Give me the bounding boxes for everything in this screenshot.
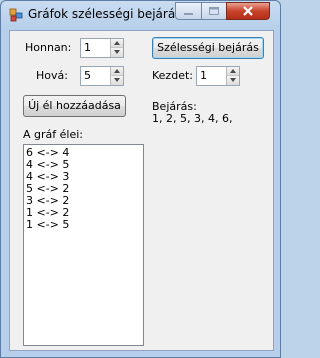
maximize-button[interactable] xyxy=(201,2,227,20)
minimize-icon xyxy=(184,13,193,15)
add-edge-button[interactable]: Új él hozzáadása xyxy=(23,95,126,117)
honnan-label: Honnan: xyxy=(25,41,72,54)
hova-up-arrow-icon[interactable] xyxy=(110,67,123,76)
honnan-spinner[interactable]: 1 xyxy=(80,38,124,58)
kezdet-value[interactable]: 1 xyxy=(200,69,207,82)
list-item[interactable]: 1 <-> 5 xyxy=(24,219,143,231)
kezdet-up-arrow-icon[interactable] xyxy=(226,67,239,76)
maximize-icon xyxy=(209,7,219,15)
close-icon xyxy=(243,6,253,16)
edges-label: A gráf élei: xyxy=(23,128,83,141)
minimize-button[interactable] xyxy=(175,2,202,20)
kezdet-label: Kezdet: xyxy=(152,69,193,82)
edges-list: 6 <-> 44 <-> 54 <-> 35 <-> 23 <-> 21 <->… xyxy=(24,145,143,231)
honnan-up-arrow-icon[interactable] xyxy=(110,39,123,48)
edges-listbox[interactable]: 6 <-> 44 <-> 54 <-> 35 <-> 23 <-> 21 <->… xyxy=(23,144,144,346)
hova-value[interactable]: 5 xyxy=(84,69,91,82)
close-button[interactable] xyxy=(226,2,270,20)
honnan-value[interactable]: 1 xyxy=(84,41,91,54)
hova-down-arrow-icon[interactable] xyxy=(110,76,123,85)
window-title: Gráfok szélességi bejárása xyxy=(28,7,189,21)
bfs-button[interactable]: Szélességi bejárás xyxy=(152,37,264,59)
kezdet-down-arrow-icon[interactable] xyxy=(226,76,239,85)
hova-label: Hová: xyxy=(36,69,68,82)
kezdet-spinner[interactable]: 1 xyxy=(196,66,240,86)
bejaras-result: 1, 2, 5, 3, 4, 6, xyxy=(152,112,233,125)
title-bar[interactable]: Gráfok szélességi bejárása xyxy=(1,1,280,29)
app-icon xyxy=(9,8,23,22)
honnan-down-arrow-icon[interactable] xyxy=(110,48,123,57)
hova-spinner[interactable]: 5 xyxy=(80,66,124,86)
app-window: Gráfok szélességi bejárása Honnan: 1 Hov… xyxy=(0,0,281,358)
form-client-area: Honnan: 1 Hová: 5 Új él hozzáadása A grá… xyxy=(9,30,274,351)
